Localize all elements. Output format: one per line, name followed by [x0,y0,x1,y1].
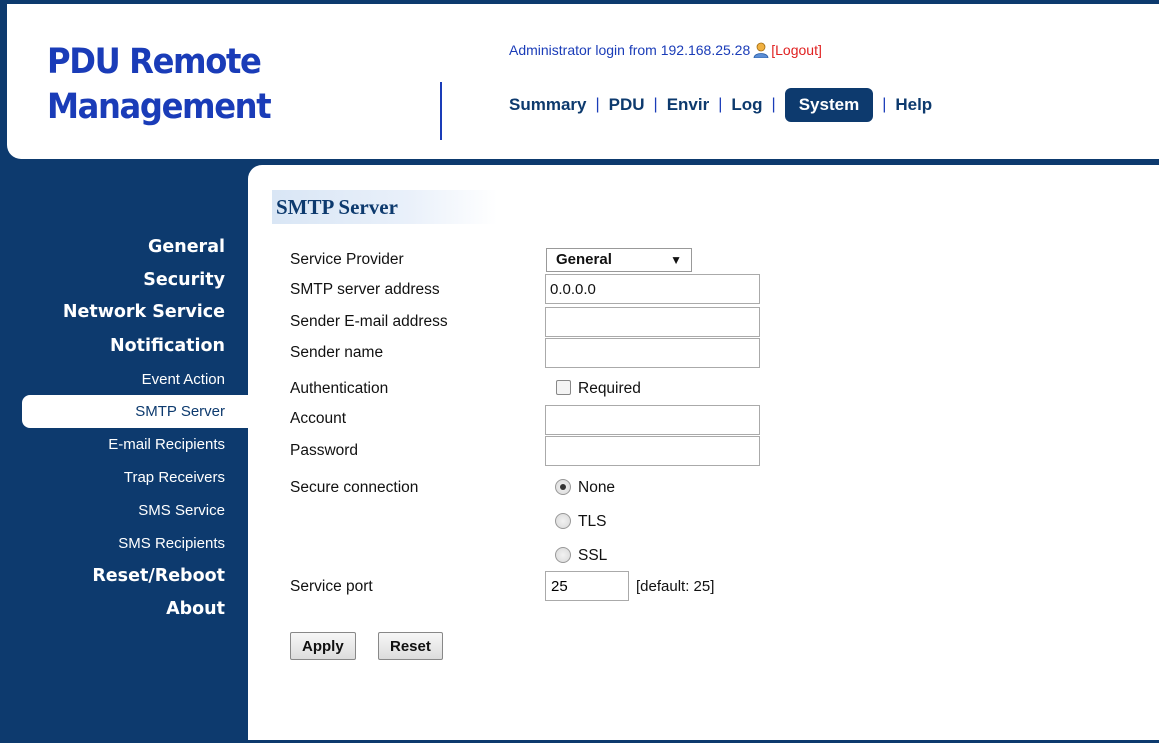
service-provider-select[interactable]: General ▼ [546,248,692,272]
sidebar-item-event-action[interactable]: Event Action [142,371,225,388]
service-port-label: Service port [290,578,373,595]
smtp-address-label: SMTP server address [290,281,440,298]
sidebar-item-reset-reboot[interactable]: Reset/Reboot [92,566,225,586]
chevron-down-icon: ▼ [670,253,682,267]
header-divider [440,82,442,140]
sidebar-item-about[interactable]: About [166,599,225,619]
logout-link[interactable]: [Logout] [771,42,822,58]
secure-none-radio[interactable] [555,479,571,495]
authentication-required-checkbox[interactable] [556,380,571,395]
sender-email-label: Sender E-mail address [290,313,448,330]
nav-envir[interactable]: Envir [667,95,710,115]
sender-name-label: Sender name [290,344,384,361]
nav-log[interactable]: Log [731,95,762,115]
nav-separator: | [718,96,723,113]
app-logo: PDU Remote Management [47,40,272,130]
nav-system[interactable]: System [784,88,874,122]
secure-none-label: None [578,479,616,496]
logo-line-1: PDU Remote [47,42,262,82]
sender-email-input[interactable] [545,307,760,337]
nav-help[interactable]: Help [895,95,932,115]
sidebar-item-email-recipients[interactable]: E-mail Recipients [108,436,225,453]
authentication-required-label: Required [578,380,641,397]
secure-tls-radio[interactable] [555,513,571,529]
password-label: Password [290,442,359,459]
nav-separator: | [882,96,887,113]
sidebar-item-security[interactable]: Security [143,270,225,290]
login-text: Administrator login from 192.168.25.28 [509,42,751,58]
service-port-input[interactable] [545,571,629,601]
sidebar-item-network-service[interactable]: Network Service [63,302,225,322]
sidebar-item-general[interactable]: General [148,237,225,257]
login-info: Administrator login from 192.168.25.28 [L… [509,42,822,59]
nav-summary[interactable]: Summary [509,95,586,115]
apply-button[interactable]: Apply [290,632,356,660]
sidebar: General Security Network Service Notific… [3,159,248,740]
main-content: SMTP Server Service Provider General ▼ S… [248,165,1159,740]
smtp-address-input[interactable] [545,274,760,304]
sidebar-item-smtp-server[interactable]: SMTP Server [135,403,225,420]
user-icon [753,42,769,59]
service-provider-label: Service Provider [290,251,404,268]
sidebar-item-sms-service[interactable]: SMS Service [138,502,225,519]
secure-connection-label: Secure connection [290,479,419,496]
nav-pdu[interactable]: PDU [609,95,645,115]
top-nav: Summary | PDU | Envir | Log | System | H… [509,88,932,122]
authentication-label: Authentication [290,380,389,397]
service-port-hint: [default: 25] [636,578,715,595]
account-label: Account [290,410,347,427]
nav-separator: | [595,96,600,113]
sidebar-item-trap-receivers[interactable]: Trap Receivers [124,469,225,486]
secure-tls-label: TLS [578,513,607,530]
sidebar-item-notification[interactable]: Notification [110,336,225,356]
password-input[interactable] [545,436,760,466]
sidebar-item-sms-recipients[interactable]: SMS Recipients [118,535,225,552]
nav-separator: | [653,96,658,113]
reset-button[interactable]: Reset [378,632,443,660]
sender-name-input[interactable] [545,338,760,368]
nav-separator: | [771,96,776,113]
page-title: SMTP Server [272,190,497,224]
header: PDU Remote Management Administrator logi… [7,4,1159,159]
service-provider-value: General [556,251,612,268]
secure-ssl-label: SSL [578,547,608,564]
account-input[interactable] [545,405,760,435]
secure-ssl-radio[interactable] [555,547,571,563]
logo-line-2: Management [47,87,272,127]
